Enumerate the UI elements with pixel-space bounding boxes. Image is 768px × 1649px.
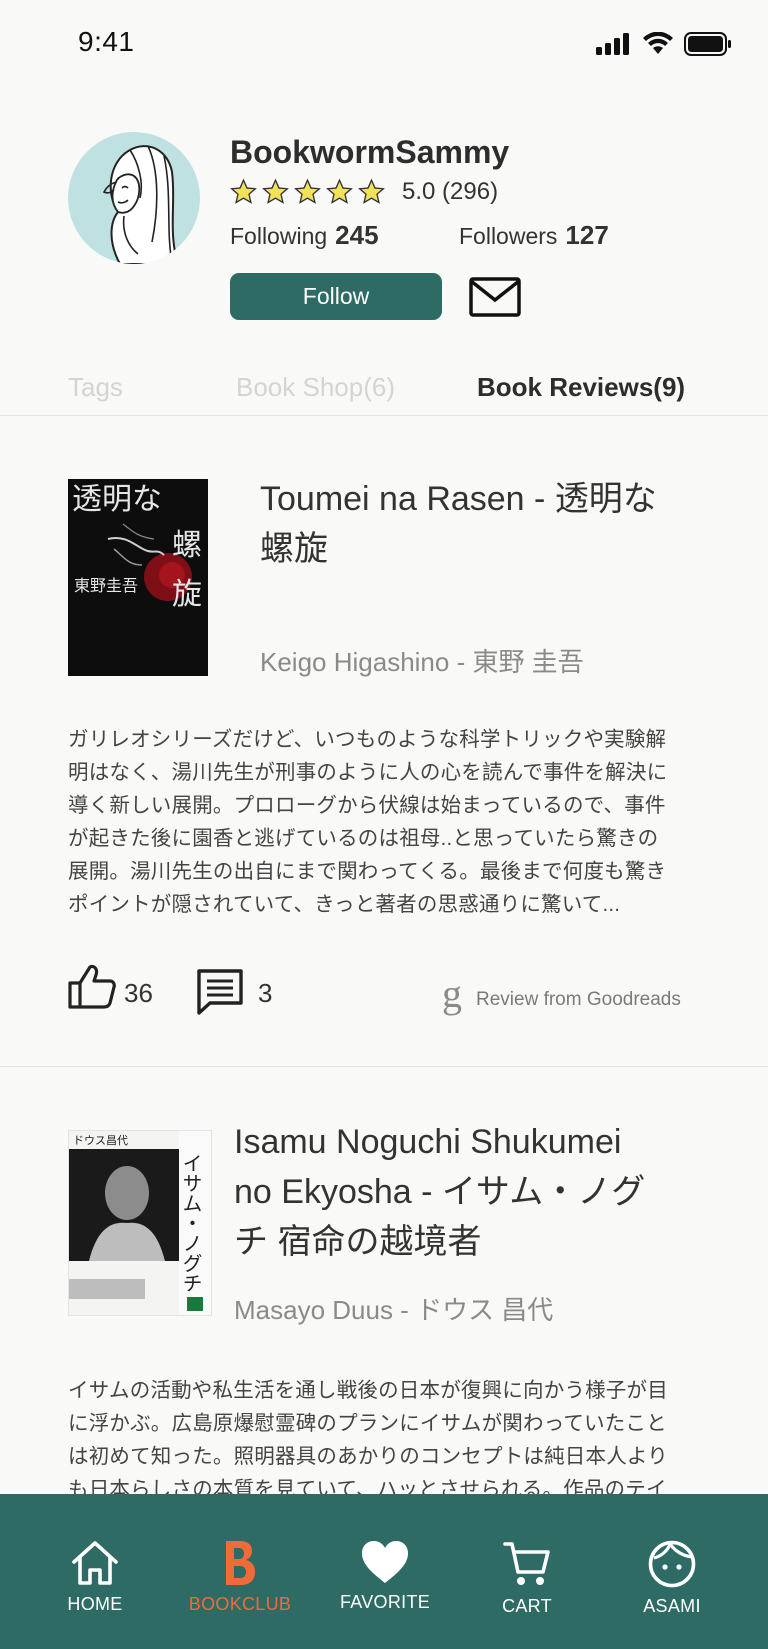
review-line: ポイントが隠されていて、きっと著者の思惑通りに驚いて... [68,893,621,916]
nav-profile[interactable]: ASAMI [612,1494,732,1649]
rating: 5.0 (296) [230,178,498,206]
book-title-line: チ 宿命の越境者 [234,1223,482,1261]
cellular-signal-icon [596,33,629,55]
nav-cart[interactable]: CART [467,1494,587,1649]
mail-icon [469,277,521,317]
avatar-illustration [102,145,180,264]
cover-title-text: イサム・ノグチ [179,1153,201,1293]
cover-title-text: 螺 [172,528,202,563]
book-cover-art: 透明な 螺 旋 東野圭吾 [68,479,208,676]
cart-icon [503,1542,550,1585]
nav-profile-label: ASAMI [643,1596,701,1616]
bottom-nav: HOME BOOKCLUB FAVORITE CART ASAMI [0,1494,768,1649]
tab-book-shop[interactable]: Book Shop(6) [236,372,395,403]
review-line: 展開。湯川先生の出自にまで関わってくる。最後まで何度も驚き [68,860,667,883]
following-label: Following [230,223,328,249]
followers-count: 127 [565,220,609,250]
cover-title-text: 透明な [72,482,162,517]
nav-bookclub-label: BOOKCLUB [188,1594,292,1614]
star-icon [230,179,257,204]
like-button[interactable] [68,963,116,1014]
review-line: が起きた後に園香と逃げているのは祖母..と思っていたら驚きの [68,827,659,850]
book-title[interactable]: Isamu Noguchi Shukumei no Ekyosha - イサム・… [234,1117,714,1267]
review-divider [0,1066,768,1067]
book-title-line: Isamu Noguchi Shukumei [234,1123,622,1161]
rating-text: 5.0 (296) [402,178,499,205]
tabs-divider [0,415,768,416]
followers-stat[interactable]: Followers 127 [459,220,609,251]
following-stat[interactable]: Following 245 [230,220,379,251]
face-icon [648,1540,696,1588]
status-icons [596,32,732,56]
book-title[interactable]: Toumei na Rasen - 透明な 螺旋 [260,474,700,574]
nav-cart-label: CART [502,1596,552,1616]
following-count: 245 [335,220,379,250]
review-line: は初めて知った。照明器具のあかりのコンセプトは純日本人より [68,1445,668,1468]
status-time: 9:41 [78,26,135,57]
book-cover[interactable]: 透明な 螺 旋 東野圭吾 [68,479,208,676]
followers-label: Followers [459,223,558,249]
review-line: ガリレオシリーズだけど、いつものような科学トリックや実験解 [68,728,667,751]
cover-title-text: 旋 [172,577,202,612]
book-author[interactable]: Keigo Higashino - 東野 圭吾 [260,642,584,679]
review-source[interactable]: Review from Goodreads [476,989,681,1011]
book-cover-art: ドウス昌代 イサム・ノグチ [69,1131,211,1315]
username: BookwormSammy [230,134,510,170]
book-author[interactable]: Masayo Duus - ドウス 昌代 [234,1290,553,1327]
cover-author-text: 東野圭吾 [74,576,138,595]
like-count: 36 [124,978,153,1008]
review-line: に浮かぶ。広島原爆慰霊碑のプランにイサムが関わっていたこと [68,1412,667,1435]
review-line: 明はなく、湯川先生が刑事のように人の心を読んで事件を解決に [68,761,668,784]
book-title-line: no Ekyosha - イサム・ノグ [234,1173,646,1211]
avatar[interactable] [68,132,200,264]
message-button[interactable] [468,276,522,318]
comment-button[interactable] [196,968,244,1021]
review-text: ガリレオシリーズだけど、いつものような科学トリックや実験解 明はなく、湯川先生が… [68,723,708,921]
book-cover[interactable]: ドウス昌代 イサム・ノグチ [68,1130,212,1316]
review-line: イサムの活動や私生活を通し戦後の日本が復興に向かう様子が目 [68,1379,668,1402]
nav-bookclub[interactable]: BOOKCLUB [180,1494,300,1649]
home-icon [72,1541,118,1585]
review-text: イサムの活動や私生活を通し戦後の日本が復興に向かう様子が目 に浮かぶ。広島原爆慰… [68,1374,708,1506]
goodreads-icon: g [442,971,462,1016]
star-icon [262,179,289,204]
nav-home[interactable]: HOME [35,1494,155,1649]
heart-icon [362,1541,408,1583]
comment-icon [197,969,243,1015]
tab-tags[interactable]: Tags [68,372,123,403]
wifi-icon [643,32,673,54]
star-icon [326,179,353,204]
cover-author-text: ドウス昌代 [73,1134,128,1147]
thumbs-up-icon [68,964,116,1009]
nav-favorite-label: FAVORITE [339,1592,431,1612]
nav-home-label: HOME [67,1594,123,1614]
book-title-line: Toumei na Rasen - 透明な [260,480,657,518]
nav-favorite[interactable]: FAVORITE [325,1494,445,1649]
battery-icon [684,32,731,56]
star-icon [294,179,321,204]
follow-button[interactable]: Follow [230,273,442,320]
bookclub-b-icon [226,1541,255,1585]
review-line: 導く新しい展開。プロローグから伏線は始まっているので、事件 [68,794,666,817]
tab-book-reviews[interactable]: Book Reviews(9) [477,372,685,403]
book-title-line: 螺旋 [260,530,328,568]
star-icon [358,179,385,204]
comment-count: 3 [258,978,273,1008]
